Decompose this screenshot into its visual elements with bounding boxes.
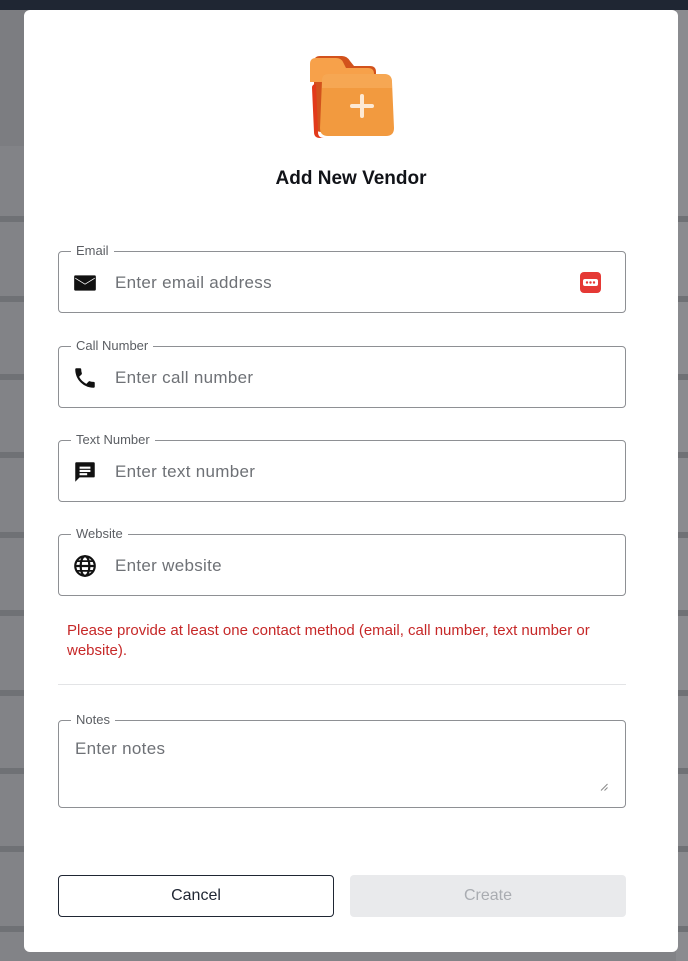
email-input[interactable] [115,270,575,296]
mail-icon [74,275,96,291]
message-icon [75,462,95,482]
password-manager-icon[interactable] [580,272,601,293]
website-field[interactable]: Website [58,526,626,596]
website-input[interactable] [115,553,575,579]
email-field[interactable]: Email [58,243,626,313]
email-label: Email [71,243,114,259]
notes-field[interactable]: Notes [58,712,626,808]
contact-method-error: Please provide at least one contact meth… [67,622,590,659]
text-number-field[interactable]: Text Number [58,432,626,502]
text-number-label: Text Number [71,432,155,448]
call-number-field[interactable]: Call Number [58,338,626,408]
app-top-bar [0,0,688,10]
create-button[interactable]: Create [350,875,626,917]
add-vendor-dialog: Add New Vendor Email Call Number Text Nu… [24,10,678,952]
call-number-label: Call Number [71,338,154,354]
cancel-button[interactable]: Cancel [58,875,334,917]
globe-icon [74,555,96,577]
dialog-title: Add New Vendor [275,168,427,189]
text-number-input[interactable] [115,459,575,485]
notes-textarea[interactable] [75,739,605,795]
notes-label: Notes [71,712,115,728]
section-divider [58,684,626,685]
phone-icon [75,368,95,388]
folder-add-icon [310,56,394,138]
call-number-input[interactable] [115,365,575,391]
resize-handle-icon[interactable] [600,783,608,791]
website-label: Website [71,526,128,542]
